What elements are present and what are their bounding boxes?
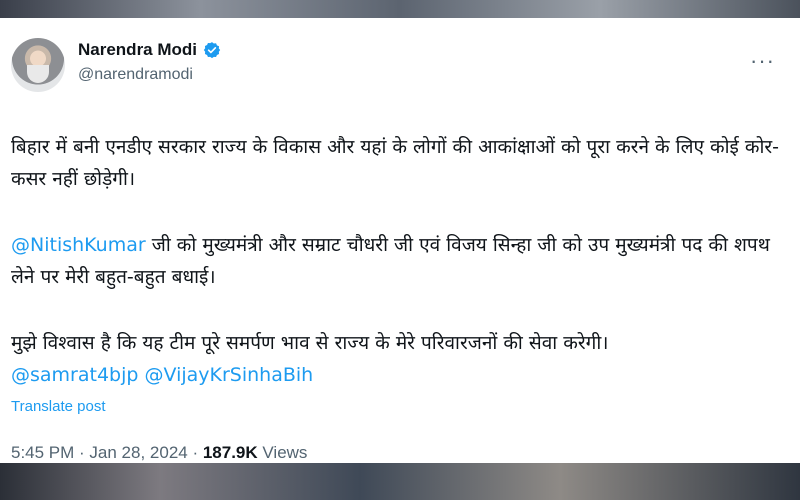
meta-separator: · — [74, 443, 90, 462]
background-bottom — [0, 463, 800, 500]
background-top — [0, 0, 800, 18]
more-options-icon[interactable]: ··· — [750, 50, 775, 72]
translate-post-link[interactable]: Translate post — [11, 398, 106, 415]
tweet-card: Narendra Modi @narendramodi ··· बिहार मे… — [0, 18, 800, 463]
post-metadata: 5:45 PM · Jan 28, 2024 · 187.9K Views — [11, 443, 307, 463]
post-date[interactable]: Jan 28, 2024 — [89, 443, 187, 462]
post-text: बिहार में बनी एनडीए सरकार राज्य के विकास… — [11, 131, 781, 391]
views-count[interactable]: 187.9K — [203, 443, 258, 462]
mention-vijaykrsinhabih[interactable]: @VijayKrSinhaBih — [145, 364, 314, 386]
mention-line: @samrat4bjp @VijayKrSinhaBih — [11, 359, 781, 391]
avatar[interactable] — [11, 38, 65, 92]
author-name[interactable]: Narendra Modi — [78, 40, 197, 60]
verified-badge-icon — [203, 42, 221, 59]
meta-separator: · — [187, 443, 203, 462]
views-label: Views — [257, 443, 308, 462]
post-paragraph-2: @NitishKumar जी को मुख्यमंत्री और सम्राट… — [11, 229, 781, 293]
post-paragraph-3: मुझे विश्वास है कि यह टीम पूरे समर्पण भा… — [11, 332, 609, 354]
author-row: Narendra Modi — [78, 40, 221, 60]
author-handle[interactable]: @narendramodi — [78, 66, 193, 84]
mention-nitishkumar[interactable]: @NitishKumar — [11, 234, 146, 256]
avatar-beard — [27, 65, 49, 83]
post-time[interactable]: 5:45 PM — [11, 443, 74, 462]
mention-samrat4bjp[interactable]: @samrat4bjp — [11, 364, 138, 386]
post-paragraph-1: बिहार में बनी एनडीए सरकार राज्य के विकास… — [11, 136, 780, 190]
